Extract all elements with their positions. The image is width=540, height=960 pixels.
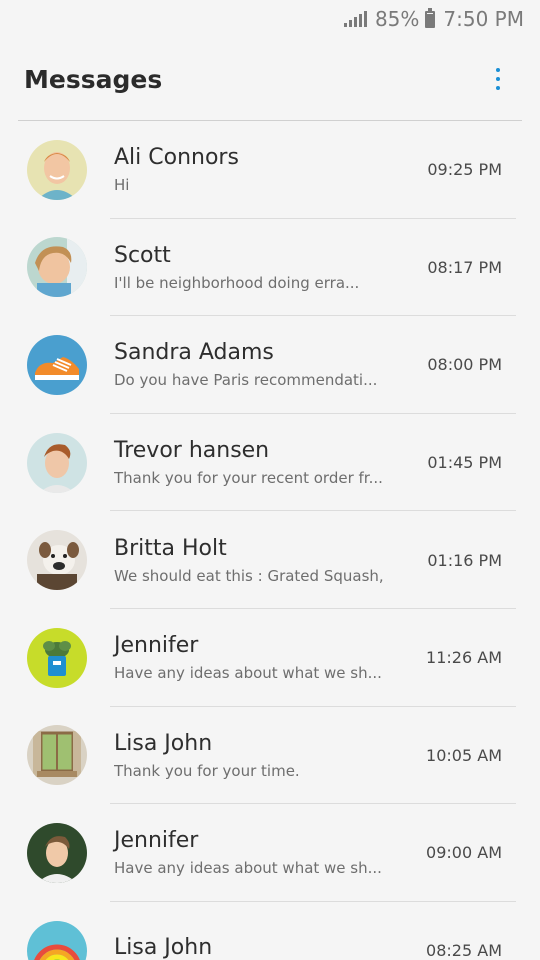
status-bar: 85% 7:50 PM [0,0,540,38]
rainbow-avatar [27,920,87,960]
message-preview: Thank you for your time. [114,761,300,780]
message-time: 08:17 PM [427,257,502,277]
signal-icon [343,11,367,27]
message-time: 01:16 PM [427,550,502,570]
child-avatar [27,237,87,298]
message-preview: I'll be neighborhood doing erra... [114,273,360,292]
message-preview: Thank you for your recent order fr... [114,469,383,488]
battery-percent: 85% [374,7,420,31]
status-time: 7:50 PM [443,7,524,31]
person-avatar [27,822,87,883]
contact-name: Jennifer [114,828,199,854]
app-bar: Messages [0,38,540,120]
conversation-row[interactable]: Jennifer Have any ideas about what we sh… [0,609,540,707]
conversation-row[interactable]: Ali Connors Hi 09:25 PM [0,121,540,219]
message-time: 01:45 PM [427,453,502,473]
contact-name: Britta Holt [114,535,227,561]
conversation-row[interactable]: Britta Holt We should eat this : Grated … [0,511,540,609]
conversation-list: Ali Connors Hi 09:25 PM Scott I'll be ne… [0,121,540,960]
message-time: 09:00 AM [426,843,502,863]
person-avatar [27,432,87,493]
conversation-row[interactable]: Lisa John 08:25 AM [0,902,540,960]
message-preview: Hi [114,176,130,195]
message-time: 08:25 AM [426,941,502,960]
contact-name: Sandra Adams [114,340,274,366]
conversation-row[interactable]: Jennifer Have any ideas about what we sh… [0,804,540,902]
conversation-row[interactable]: Scott I'll be neighborhood doing erra...… [0,219,540,317]
window-avatar [27,725,87,786]
message-time: 08:00 PM [427,355,502,375]
conversation-row[interactable]: Sandra Adams Do you have Paris recommend… [0,316,540,414]
contact-name: Jennifer [114,633,199,659]
contact-name: Scott [114,242,171,268]
conversation-row[interactable]: Lisa John Thank you for your time. 10:05… [0,707,540,805]
conversation-row[interactable]: Trevor hansen Thank you for your recent … [0,414,540,512]
dog-avatar [27,530,87,591]
message-preview: Have any ideas about what we sh... [114,859,382,878]
page-title: Messages [24,64,163,94]
message-preview: Have any ideas about what we sh... [114,664,382,683]
message-preview: Do you have Paris recommendati... [114,371,378,390]
contact-name: Lisa John [114,935,213,960]
message-preview: We should eat this : Grated Squash, [114,566,384,585]
contact-name: Ali Connors [114,145,239,171]
sneaker-avatar [27,334,87,395]
more-vert-icon[interactable] [480,55,516,103]
contact-name: Trevor hansen [114,438,270,464]
message-time: 09:25 PM [427,160,502,180]
message-time: 11:26 AM [426,648,502,668]
person-avatar [27,139,87,200]
contact-name: Lisa John [114,730,213,756]
message-time: 10:05 AM [426,745,502,765]
battery-icon [425,7,436,28]
cactus-avatar [27,627,87,688]
